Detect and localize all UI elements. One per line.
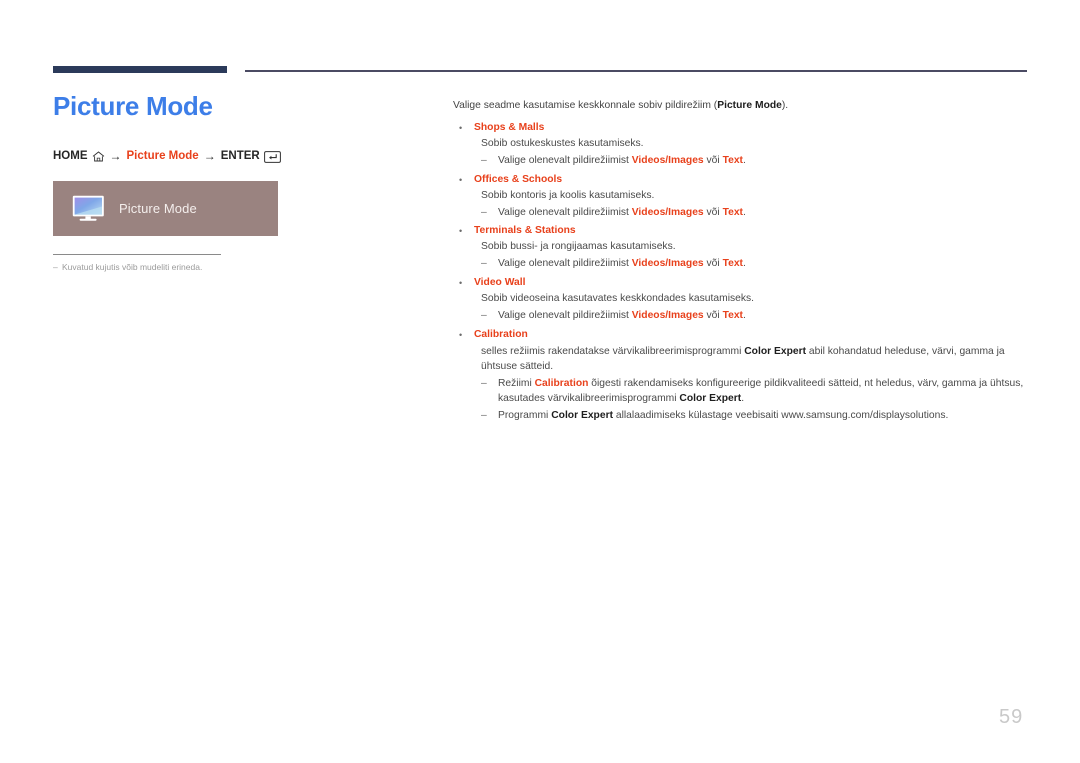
calib-sub1-e: . bbox=[741, 392, 745, 404]
choose-prefix: Valige olenevalt pildirežiimist bbox=[498, 206, 632, 218]
list-item-description: Sobib videoseina kasutavates keskkondade… bbox=[481, 293, 755, 305]
choose-or: või bbox=[703, 206, 723, 218]
bullet-icon: • bbox=[459, 174, 463, 185]
calibration-desc-a: selles režiimis rakendatakse värvikalibr… bbox=[481, 345, 745, 357]
calib-sub1-a: Režiimi bbox=[498, 377, 535, 389]
note-divider bbox=[53, 253, 221, 255]
calib-sub2-c: allalaadimiseks külastage veebisaiti www… bbox=[613, 409, 949, 421]
intro-text-a: Valige seadme kasutamise keskkonnale sob… bbox=[453, 100, 718, 111]
choose-or: või bbox=[703, 310, 723, 322]
header-rule-thick bbox=[53, 66, 227, 73]
calibration-desc-term: Color Expert bbox=[744, 345, 807, 357]
monitor-icon bbox=[72, 195, 105, 222]
choose-text: Text bbox=[722, 154, 743, 166]
sub-list-item: – Programmi Color Expert allalaadimiseks… bbox=[481, 409, 1028, 424]
list-item-title: Calibration bbox=[474, 328, 528, 340]
home-icon bbox=[92, 151, 105, 162]
bullet-icon: • bbox=[459, 226, 463, 237]
list-item: • Calibration bbox=[453, 328, 1028, 343]
list-item-title: Video Wall bbox=[474, 277, 526, 289]
sub-list-item: – Valige olenevalt pildirežiimist Videos… bbox=[481, 154, 1028, 169]
sub-dash-icon: – bbox=[481, 154, 487, 166]
list-item: • Offices & Schools bbox=[453, 173, 1028, 188]
list-item-description: Sobib ostukeskustes kasutamiseks. bbox=[481, 137, 644, 149]
sub-list-item-text: Valige olenevalt pildirežiimist Videos/I… bbox=[498, 257, 1028, 272]
sub-list-item-text: Programmi Color Expert allalaadimiseks k… bbox=[498, 409, 1028, 424]
sub-list-item-text: Valige olenevalt pildirežiimist Videos/I… bbox=[498, 309, 1028, 324]
choose-prefix: Valige olenevalt pildirežiimist bbox=[498, 154, 632, 166]
list-item-title: Shops & Malls bbox=[474, 121, 545, 133]
breadcrumb-item-picture-mode: Picture Mode bbox=[126, 149, 199, 162]
list-item-description: Sobib kontoris ja koolis kasutamiseks. bbox=[481, 189, 655, 201]
menu-box-label: Picture Mode bbox=[119, 200, 197, 216]
intro-term: Picture Mode bbox=[717, 100, 782, 111]
left-column: Picture Mode HOME → Picture Mode → ENTER bbox=[53, 92, 413, 273]
sub-list-item: – Režiimi Calibration õigesti rakendamis… bbox=[481, 377, 1028, 407]
left-note: – Kuvatud kujutis võib mudeliti erineda. bbox=[53, 253, 221, 273]
choose-suffix: . bbox=[742, 206, 746, 218]
breadcrumb-enter-label: ENTER bbox=[220, 149, 260, 162]
calib-sub1-term: Color Expert bbox=[679, 392, 742, 404]
sub-dash-icon: – bbox=[481, 258, 487, 270]
list-item-description: Sobib bussi- ja rongijaamas kasutamiseks… bbox=[481, 241, 676, 253]
sub-list-item: – Valige olenevalt pildirežiimist Videos… bbox=[481, 206, 1028, 221]
intro-text-c: ). bbox=[781, 100, 789, 111]
bullet-icon: • bbox=[459, 278, 463, 289]
list-item: • Shops & Malls bbox=[453, 121, 1028, 136]
sub-list-item: – Valige olenevalt pildirežiimist Videos… bbox=[481, 309, 1028, 324]
calib-sub1-mode: Calibration bbox=[534, 377, 589, 389]
header-rules bbox=[0, 0, 1080, 80]
calib-sub2-term: Color Expert bbox=[551, 409, 614, 421]
list-item: • Terminals & Stations bbox=[453, 224, 1028, 239]
breadcrumb-arrow-1: → bbox=[109, 148, 122, 163]
sub-list-item: – Valige olenevalt pildirežiimist Videos… bbox=[481, 257, 1028, 272]
choose-suffix: . bbox=[742, 258, 746, 270]
list-item-title: Offices & Schools bbox=[474, 173, 563, 185]
sub-dash-icon: – bbox=[481, 310, 487, 322]
choose-or: või bbox=[703, 154, 723, 166]
note-dash: – bbox=[53, 261, 58, 272]
note-text: Kuvatud kujutis võib mudeliti erineda. bbox=[62, 261, 203, 272]
intro-paragraph: Valige seadme kasutamise keskkonnale sob… bbox=[453, 99, 1028, 114]
sub-list-item-text: Režiimi Calibration õigesti rakendamisek… bbox=[498, 377, 1028, 407]
choose-videos-images: Videos/Images bbox=[631, 310, 704, 322]
choose-videos-images: Videos/Images bbox=[631, 258, 704, 270]
list-item-title: Terminals & Stations bbox=[474, 225, 576, 237]
list-item: • Video Wall bbox=[453, 276, 1028, 291]
choose-suffix: . bbox=[742, 310, 746, 322]
choose-text: Text bbox=[722, 258, 743, 270]
sub-dash-icon: – bbox=[481, 206, 487, 218]
right-column: Valige seadme kasutamise keskkonnale sob… bbox=[453, 99, 1028, 424]
calib-sub2-a: Programmi bbox=[498, 409, 552, 421]
header-rule-thin bbox=[245, 70, 1027, 72]
page-title: Picture Mode bbox=[53, 91, 213, 121]
choose-videos-images: Videos/Images bbox=[631, 154, 704, 166]
choose-videos-images: Videos/Images bbox=[631, 206, 704, 218]
calibration-description: selles režiimis rakendatakse värvikalibr… bbox=[481, 345, 1026, 375]
sub-list-item-text: Valige olenevalt pildirežiimist Videos/I… bbox=[498, 206, 1028, 221]
choose-prefix: Valige olenevalt pildirežiimist bbox=[498, 310, 632, 322]
sub-list-item-text: Valige olenevalt pildirežiimist Videos/I… bbox=[498, 154, 1028, 169]
page-number: 59 bbox=[999, 706, 1024, 728]
choose-text: Text bbox=[722, 206, 743, 218]
bullet-icon: • bbox=[459, 329, 463, 340]
menu-preview-box[interactable]: Picture Mode bbox=[53, 180, 278, 236]
bullet-icon: • bbox=[459, 122, 463, 133]
choose-or: või bbox=[703, 258, 723, 270]
note-line: – Kuvatud kujutis võib mudeliti erineda. bbox=[53, 262, 221, 273]
breadcrumb-home-label: HOME bbox=[53, 149, 88, 162]
choose-text: Text bbox=[722, 310, 743, 322]
breadcrumb-arrow-2: → bbox=[203, 148, 216, 163]
breadcrumb: HOME → Picture Mode → ENTER bbox=[53, 149, 413, 163]
choose-suffix: . bbox=[742, 154, 746, 166]
sub-dash-icon: – bbox=[481, 377, 487, 389]
enter-key-icon bbox=[263, 150, 281, 163]
choose-prefix: Valige olenevalt pildirežiimist bbox=[498, 258, 632, 270]
sub-dash-icon: – bbox=[481, 409, 487, 421]
